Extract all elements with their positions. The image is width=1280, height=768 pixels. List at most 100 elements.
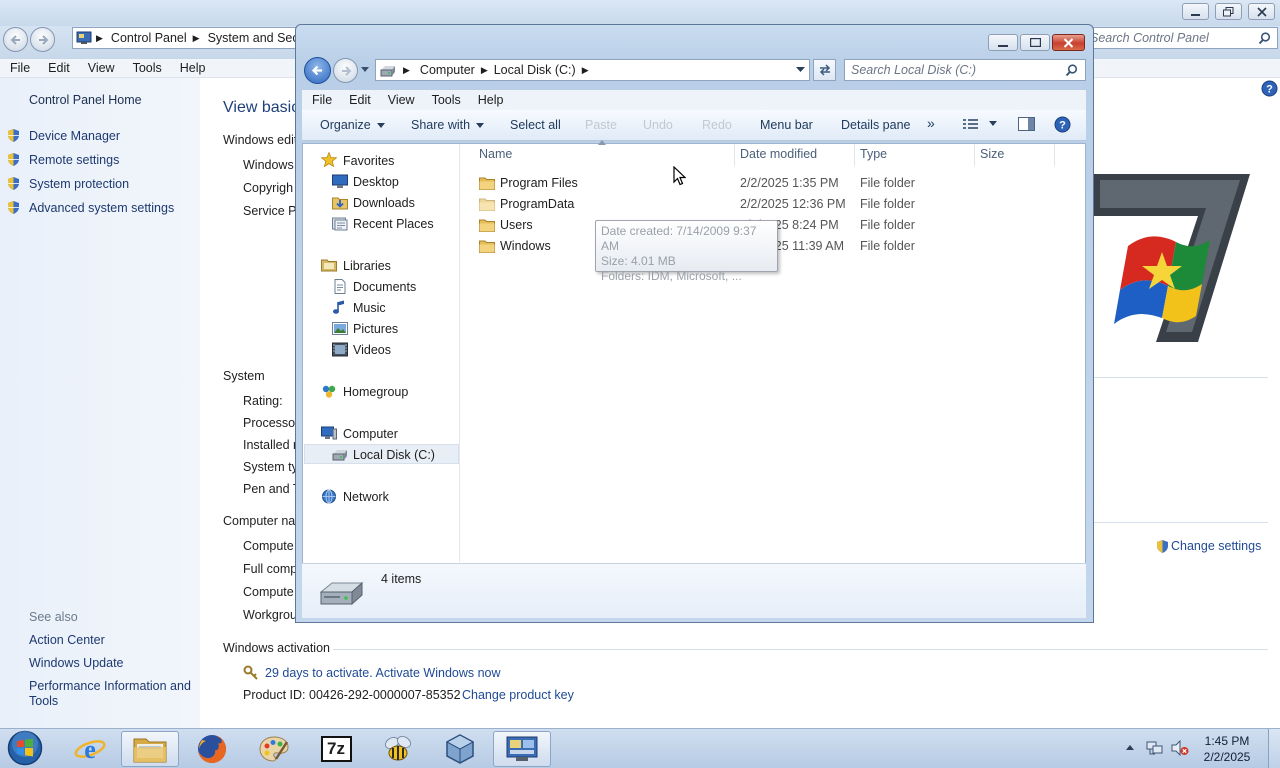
cp-menu-edit[interactable]: Edit — [38, 61, 78, 75]
taskbar-ie[interactable]: e — [61, 731, 119, 767]
start-button[interactable] — [5, 729, 45, 767]
share-with-button[interactable]: Share with — [411, 118, 485, 132]
column-separator[interactable] — [1054, 144, 1055, 166]
select-all-button[interactable]: Select all — [510, 118, 561, 132]
cp-menu-help[interactable]: Help — [170, 61, 214, 75]
ex-address-bar[interactable]: ▶ Computer ▶ Local Disk (C:) ▶ — [375, 59, 810, 81]
nav-documents[interactable]: Documents — [353, 280, 416, 294]
nav-recent-places[interactable]: Recent Places — [353, 217, 434, 231]
cp-menu-file[interactable]: File — [0, 61, 38, 75]
cp-forward-button[interactable] — [30, 27, 55, 52]
nav-computer[interactable]: Computer — [343, 427, 398, 441]
nav-network[interactable]: Network — [343, 490, 389, 504]
column-header-date-modified[interactable]: Date modified — [740, 147, 817, 161]
ex-close-button[interactable] — [1052, 34, 1085, 51]
change-product-key-link[interactable]: Change product key — [462, 688, 574, 702]
ex-back-button[interactable] — [304, 57, 331, 84]
cp-minimize-button[interactable] — [1182, 3, 1209, 20]
taskbar-control-panel[interactable] — [493, 731, 551, 767]
breadcrumb-chevron-icon[interactable]: ▶ — [582, 65, 589, 76]
nav-libraries[interactable]: Libraries — [343, 259, 391, 273]
nav-music[interactable]: Music — [353, 301, 386, 315]
change-view-button[interactable] — [963, 118, 979, 130]
taskbar-virtualbox[interactable] — [431, 731, 489, 767]
table-row[interactable]: Program Files 2/2/2025 1:35 PM File fold… — [479, 176, 1079, 195]
cp-menu-view[interactable]: View — [78, 61, 123, 75]
address-dropdown-icon[interactable] — [796, 67, 805, 73]
tray-volume-button[interactable] — [1171, 740, 1189, 756]
cp-breadcrumb-control-panel[interactable]: Control Panel — [111, 31, 187, 45]
ex-breadcrumb-local-disk[interactable]: Local Disk (C:) — [488, 63, 582, 77]
cp-close-button[interactable] — [1248, 3, 1275, 20]
cp-restore-button[interactable] — [1215, 3, 1242, 20]
table-row[interactable]: Windows 2/2/2025 11:39 AM File folder — [479, 239, 1079, 258]
nav-desktop[interactable]: Desktop — [353, 175, 399, 189]
redo-button[interactable]: Redo — [702, 118, 732, 132]
table-row[interactable]: Users 2/2/2025 8:24 PM File folder — [479, 218, 1079, 237]
column-separator[interactable] — [734, 144, 735, 166]
change-settings-link[interactable]: Change settings — [1171, 539, 1261, 553]
system-protection-link[interactable]: System protection — [29, 177, 129, 191]
ex-maximize-button[interactable] — [1020, 34, 1050, 51]
cp-menu-tools[interactable]: Tools — [123, 61, 170, 75]
nav-videos[interactable]: Videos — [353, 343, 391, 357]
taskbar-paint[interactable] — [245, 731, 303, 767]
remote-settings-link[interactable]: Remote settings — [29, 153, 119, 167]
ex-menu-file[interactable]: File — [302, 93, 339, 107]
ex-forward-button[interactable] — [333, 58, 358, 83]
device-manager-link[interactable]: Device Manager — [29, 129, 120, 143]
ex-menu-help[interactable]: Help — [468, 93, 511, 107]
ex-menu-edit[interactable]: Edit — [339, 93, 378, 107]
breadcrumb-chevron-icon[interactable]: ▶ — [403, 65, 410, 76]
show-hidden-icons-button[interactable] — [1126, 744, 1134, 750]
column-header-name[interactable]: Name — [479, 147, 512, 161]
taskbar-firefox[interactable] — [183, 731, 241, 767]
tray-network-button[interactable] — [1146, 740, 1164, 756]
help-icon[interactable]: ? — [1261, 80, 1278, 97]
view-dropdown-icon[interactable] — [989, 121, 997, 127]
cp-back-button[interactable] — [3, 27, 28, 52]
nav-downloads[interactable]: Downloads — [353, 196, 415, 210]
nav-pictures[interactable]: Pictures — [353, 322, 398, 336]
organize-button[interactable]: Organize — [320, 118, 385, 132]
nav-homegroup[interactable]: Homegroup — [343, 385, 408, 399]
taskbar-7zip[interactable]: 7z — [307, 731, 365, 767]
cp-address-bar[interactable]: ▶ Control Panel ▶ System and Secu — [72, 27, 312, 49]
column-separator[interactable] — [974, 144, 975, 166]
ex-search-input[interactable]: Search Local Disk (C:) — [844, 59, 1086, 81]
control-panel-titlebar[interactable] — [0, 0, 1280, 26]
column-header-type[interactable]: Type — [860, 147, 887, 161]
breadcrumb-chevron-icon[interactable]: ▶ — [193, 33, 200, 44]
ex-minimize-button[interactable] — [988, 34, 1018, 51]
more-commands-button[interactable]: » — [927, 115, 935, 131]
ex-help-button[interactable]: ? — [1054, 116, 1071, 133]
breadcrumb-chevron-icon[interactable]: ▶ — [481, 65, 488, 76]
table-row[interactable]: ProgramData 2/2/2025 12:36 PM File folde… — [479, 197, 1079, 216]
undo-button[interactable]: Undo — [643, 118, 673, 132]
taskbar-clock[interactable]: 1:45 PM 2/2/2025 — [1196, 733, 1258, 765]
recent-pages-chevron-icon[interactable] — [361, 67, 369, 73]
advanced-system-settings-link[interactable]: Advanced system settings — [29, 201, 174, 215]
ex-refresh-button[interactable] — [813, 59, 836, 81]
column-header-size[interactable]: Size — [980, 147, 1004, 161]
ex-menu-view[interactable]: View — [378, 93, 422, 107]
cp-breadcrumb-system-security[interactable]: System and Secu — [208, 31, 306, 45]
paste-button[interactable]: Paste — [585, 118, 617, 132]
show-desktop-button[interactable] — [1268, 729, 1280, 768]
ex-menu-tools[interactable]: Tools — [422, 93, 468, 107]
details-pane-button[interactable]: Details pane — [841, 118, 911, 132]
column-separator[interactable] — [854, 144, 855, 166]
taskbar-explorer[interactable] — [121, 731, 179, 767]
control-panel-home-link[interactable]: Control Panel Home — [29, 93, 142, 107]
cp-search-input[interactable]: Search Control Panel — [1085, 27, 1278, 49]
preview-pane-button[interactable] — [1018, 117, 1035, 131]
performance-information-link[interactable]: Performance Information and Tools — [29, 679, 194, 709]
activate-windows-link[interactable]: 29 days to activate. Activate Windows no… — [265, 666, 501, 680]
breadcrumb-chevron-icon[interactable]: ▶ — [96, 33, 103, 44]
action-center-link[interactable]: Action Center — [29, 633, 105, 647]
nav-favorites[interactable]: Favorites — [343, 154, 394, 168]
windows-update-link[interactable]: Windows Update — [29, 656, 124, 670]
taskbar-bee-app[interactable] — [369, 731, 427, 767]
menu-bar-button[interactable]: Menu bar — [760, 118, 813, 132]
nav-local-disk[interactable]: Local Disk (C:) — [353, 448, 435, 462]
